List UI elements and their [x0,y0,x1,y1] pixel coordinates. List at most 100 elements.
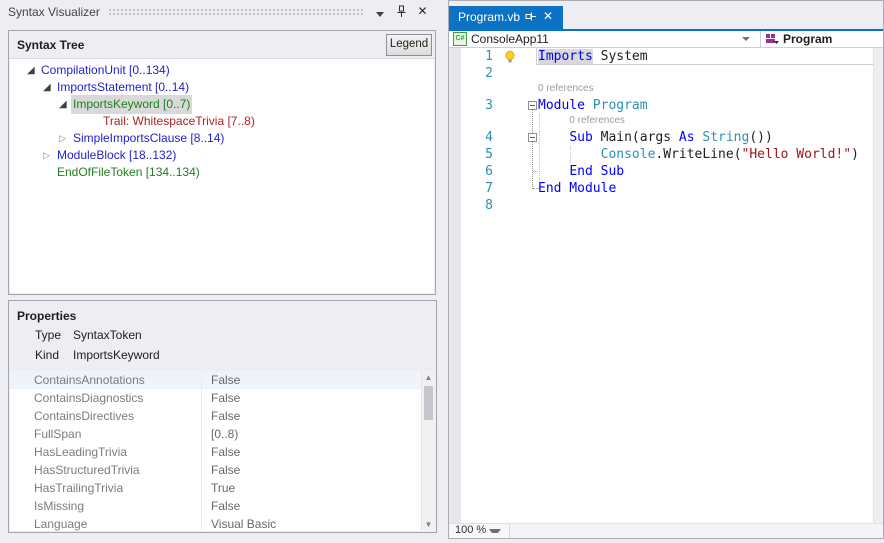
property-row[interactable]: IsMissingFalse [10,497,435,515]
collapse-icon[interactable]: ◢ [59,97,71,112]
titlebar-grip [108,8,365,15]
member-dropdown[interactable]: Program [761,31,883,47]
codelens-references[interactable]: 0 references [538,82,874,97]
tree-node[interactable]: Trail: WhitespaceTrivia [7..8) [10,113,434,130]
kind-label: Kind [35,348,59,362]
property-name: Language [34,515,87,531]
pin-icon [396,5,407,18]
property-row[interactable]: Language Visual Basic [10,515,435,531]
code-line[interactable]: 7End Module [449,180,874,197]
tree-node[interactable]: ▷ModuleBlock [18..132) [10,147,434,164]
property-row[interactable]: HasTrailingTrivia True [10,479,435,497]
tree-node-label: SimpleImportsClause [8..14) [73,131,224,146]
collapse-region-box[interactable] [528,133,537,142]
close-button[interactable]: ✕ [414,3,431,20]
glyph-margin [501,97,527,114]
property-name: FullSpan [34,425,81,443]
code-line[interactable]: 3Module Program [449,97,874,114]
property-row[interactable]: ContainsDiagnosticsFalse [10,389,435,407]
code-line[interactable]: 4 Sub Main(args As String()) [449,129,874,146]
tree-node[interactable]: EndOfFileToken [134..134) [10,164,434,181]
code-editor[interactable]: 1 Imports System 2 0 references3Module Prog… [449,48,874,524]
zoom-level: 100 % [449,524,486,536]
syntax-tree-title: Syntax Tree [17,38,84,52]
code-line[interactable]: 6 End Sub [449,163,874,180]
tree-node[interactable]: ◢CompilationUnit [0..134) [10,62,434,79]
properties-grid-rows: ContainsAnnotationsFalseContainsDiagnost… [10,371,435,531]
property-row[interactable]: HasLeadingTriviaFalse [10,443,435,461]
code-line[interactable]: 2 [449,65,874,82]
outlining-margin [527,197,538,214]
code-line[interactable]: 8 [449,197,874,214]
expand-icon[interactable]: ▷ [59,131,71,146]
zoom-control[interactable]: 100 % [449,524,510,538]
property-value: Visual Basic [201,515,276,531]
outlining-margin [527,65,538,82]
property-value: False [201,443,240,461]
tree-node-label: ImportsStatement [0..14) [57,80,189,95]
property-value: False [201,461,240,479]
tab-pin-button[interactable] [525,11,536,24]
tree-node[interactable]: ◢ImportsStatement [0..14) [10,79,434,96]
tab-program-vb[interactable]: Program.vb ✕ [449,6,563,29]
property-value: [0..8) [201,425,238,443]
code-line[interactable]: 5 Console.WriteLine("Hello World!") [449,146,874,163]
line-number: 1 [449,48,501,65]
code-lines: 1 Imports System 2 0 references3Module Prog… [449,48,874,214]
tree-node-label: ModuleBlock [18..132) [57,148,176,163]
lightbulb-icon[interactable] [504,50,516,64]
property-name: ContainsDirectives [34,407,134,425]
property-name: HasTrailingTrivia [34,479,123,497]
property-name: HasStructuredTrivia [34,461,140,479]
properties-scrollbar[interactable]: ▲ ▼ [421,371,435,531]
pin-icon [525,11,536,24]
line-number: 2 [449,65,501,82]
glyph-margin [501,163,527,180]
property-row[interactable]: HasStructuredTrivia False [10,461,435,479]
code-text: End Sub [538,163,624,180]
scroll-down-icon[interactable]: ▼ [422,520,435,529]
tree-node[interactable]: ◢ImportsKeyword [0..7) [10,96,434,113]
glyph-margin [501,48,527,65]
chevron-down-icon [376,12,384,17]
editor-vertical-scrollbar[interactable] [873,48,883,524]
codelens-references[interactable]: 0 references [569,114,874,129]
navigation-bar: C# ConsoleApp11 Program [449,31,883,48]
property-row[interactable]: ContainsDirectivesFalse [10,407,435,425]
collapse-icon[interactable]: ◢ [27,63,39,78]
legend-button[interactable]: Legend [386,34,432,56]
properties-grid[interactable]: ContainsAnnotationsFalseContainsDiagnost… [10,371,435,531]
tree-node[interactable]: ▷SimpleImportsClause [8..14) [10,130,434,147]
glyph-margin [501,65,527,82]
tab-title: Program.vb [458,10,520,24]
toolwindow-titlebar[interactable]: Syntax Visualizer ✕ [0,0,443,23]
toolwindow-title: Syntax Visualizer [8,5,100,19]
expand-icon[interactable]: ▷ [43,148,55,163]
pin-button[interactable] [393,3,410,20]
project-icon: C# [453,32,467,46]
code-line[interactable]: 1 Imports System [449,48,874,65]
property-value: False [201,371,240,389]
project-dropdown[interactable]: C# ConsoleApp11 [449,31,761,47]
scroll-up-icon[interactable]: ▲ [422,373,435,382]
editor-horizontal-scrollbar[interactable] [510,524,883,538]
property-value: True [201,479,235,497]
collapse-region-box[interactable] [528,101,537,110]
property-name: IsMissing [34,497,84,515]
collapse-icon[interactable]: ◢ [43,80,55,95]
property-row[interactable]: ContainsAnnotationsFalse [10,371,435,389]
glyph-margin [501,129,527,146]
window-position-button[interactable] [372,3,389,20]
code-text: Imports System [538,48,648,65]
code-text: End Module [538,180,616,197]
editor-group: Program.vb ✕ C# ConsoleApp11 [448,0,884,539]
scrollbar-thumb[interactable] [424,386,433,420]
visual-studio-window: Syntax Visualizer ✕ Syntax Tree Legend ◢… [0,0,884,543]
chevron-down-icon [742,37,750,41]
type-label: Type [35,328,61,342]
tab-close-button[interactable]: ✕ [543,9,553,23]
syntax-tree-list[interactable]: ◢CompilationUnit [0..134)◢ImportsStateme… [10,59,434,293]
outlining-margin [527,146,538,163]
properties-title: Properties [17,309,76,323]
property-row[interactable]: FullSpan [0..8) [10,425,435,443]
